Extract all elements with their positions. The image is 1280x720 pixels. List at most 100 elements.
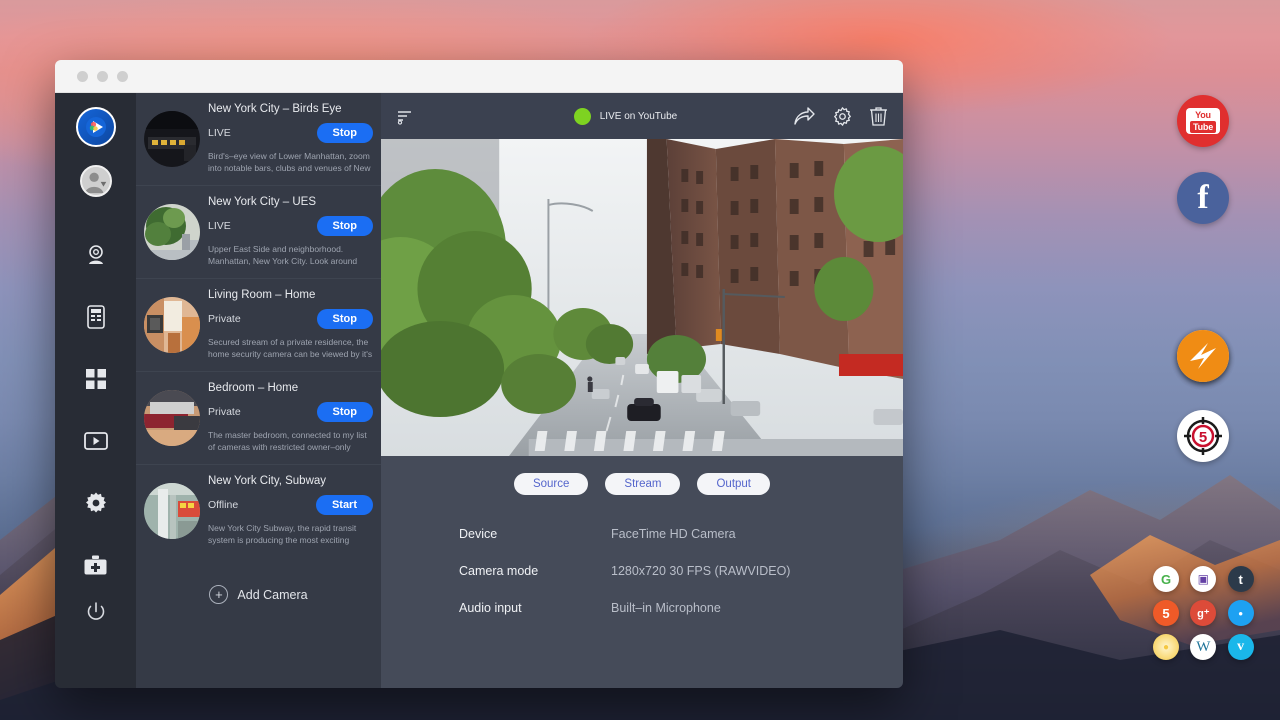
mini-launcher-googleplus[interactable]: g⁺ xyxy=(1190,600,1216,626)
mini-launcher-twitch[interactable]: ▣ xyxy=(1190,566,1216,592)
mini-launcher-five[interactable]: 5 xyxy=(1153,600,1179,626)
sidebar-item-app-logo[interactable] xyxy=(76,107,116,147)
mobile-device-icon xyxy=(86,305,106,329)
tab-output[interactable]: Output xyxy=(697,473,770,495)
detail-value[interactable]: Built–in Microphone xyxy=(611,601,721,615)
camera-preview[interactable] xyxy=(381,139,903,456)
sidebar-item-cameras[interactable] xyxy=(76,235,116,275)
camera-thumbnail xyxy=(144,111,200,167)
twitter-icon: • xyxy=(1238,606,1243,621)
camera-action-button[interactable]: Stop xyxy=(317,216,373,236)
camera-description: New York City Subway, the rapid transit … xyxy=(208,522,373,547)
live-status-label: LIVE on YouTube xyxy=(600,111,677,122)
desktop-launcher-wowza-top[interactable] xyxy=(1177,330,1229,382)
svg-text:5: 5 xyxy=(1199,429,1207,446)
desktop-launcher-five[interactable]: 5 xyxy=(1177,410,1229,462)
camera-description: Secured stream of a private residence, t… xyxy=(208,336,373,361)
mini-launcher-sun[interactable]: ● xyxy=(1153,634,1179,660)
camera-title: New York City – UES xyxy=(208,196,373,208)
camera-list-item[interactable]: Bedroom – Home Private Stop The master b… xyxy=(136,372,381,465)
sidebar-item-devices[interactable] xyxy=(76,297,116,337)
detail-label: Device xyxy=(459,527,611,541)
window-maximize-button[interactable] xyxy=(117,71,128,82)
vimeo-icon: v xyxy=(1237,639,1244,655)
camera-thumbnail xyxy=(144,297,200,353)
camera-title: Bedroom – Home xyxy=(208,382,373,394)
camera-thumbnail xyxy=(144,483,200,539)
source-details: Device FaceTime HD Camera Camera mode 12… xyxy=(381,495,903,638)
webcam-icon xyxy=(85,244,107,266)
add-camera-label: Add Camera xyxy=(237,588,307,602)
camera-list-item[interactable]: New York City – Birds Eye LIVE Stop Bird… xyxy=(136,93,381,186)
toolkit-plus-icon xyxy=(84,555,107,576)
tumblr-icon: t xyxy=(1238,572,1242,587)
tab-stream[interactable]: Stream xyxy=(605,473,680,495)
camera-description: Bird's–eye view of Lower Manhattan, zoom… xyxy=(208,150,373,175)
plus-icon: + xyxy=(209,585,228,604)
facebook-icon: f xyxy=(1197,179,1208,217)
trash-icon[interactable] xyxy=(870,107,887,126)
desktop-launcher-youtube[interactable]: YouTube xyxy=(1177,95,1229,147)
camera-list-item[interactable]: New York City, Subway Offline Start New … xyxy=(136,465,381,557)
camera-status: LIVE xyxy=(208,127,231,139)
grid-icon xyxy=(86,369,106,389)
mini-launcher-vimeo[interactable]: v xyxy=(1228,634,1254,660)
sidebar-item-power[interactable] xyxy=(76,592,116,632)
camera-list-panel: New York City – Birds Eye LIVE Stop Bird… xyxy=(136,93,381,688)
youtube-icon: YouTube xyxy=(1186,108,1220,134)
camera-thumbnail xyxy=(144,204,200,260)
user-avatar-icon xyxy=(80,165,112,197)
sidebar-item-broadcasts[interactable] xyxy=(76,421,116,461)
detail-row-camera-mode: Camera mode 1280x720 30 FPS (RAWVIDEO) xyxy=(459,564,903,578)
googleplus-icon: g⁺ xyxy=(1197,607,1210,620)
mini-launcher-groups[interactable]: G xyxy=(1153,566,1179,592)
gear-icon xyxy=(85,492,107,514)
camera-list-item[interactable]: New York City – UES LIVE Stop Upper East… xyxy=(136,186,381,279)
main-toolbar: LIVE on YouTube xyxy=(381,93,903,139)
camera-action-button[interactable]: Stop xyxy=(317,402,373,422)
detail-row-audio-input: Audio input Built–in Microphone xyxy=(459,601,903,615)
camera-action-button[interactable]: Start xyxy=(316,495,373,515)
power-icon xyxy=(86,602,106,622)
camera-status: Private xyxy=(208,313,241,325)
gear-icon[interactable] xyxy=(833,107,852,126)
camera-description: The master bedroom, connected to my list… xyxy=(208,429,373,454)
app-window: New York City – Birds Eye LIVE Stop Bird… xyxy=(55,60,903,688)
camera-list-item[interactable]: Living Room – Home Private Stop Secured … xyxy=(136,279,381,372)
source-stream-output-tabs: Source Stream Output xyxy=(381,456,903,495)
camera-description: Upper East Side and neighborhood. Manhat… xyxy=(208,243,373,268)
sun-icon: ● xyxy=(1163,642,1169,653)
main-content: LIVE on YouTube xyxy=(381,93,903,688)
window-close-button[interactable] xyxy=(77,71,88,82)
sidebar-item-dashboard[interactable] xyxy=(76,359,116,399)
window-titlebar[interactable] xyxy=(55,60,903,93)
sidebar-nav-rail xyxy=(55,93,136,688)
detail-value[interactable]: 1280x720 30 FPS (RAWVIDEO) xyxy=(611,564,790,578)
camera-title: New York City – Birds Eye xyxy=(208,103,373,115)
sidebar-item-account[interactable] xyxy=(76,161,116,201)
camera-action-button[interactable]: Stop xyxy=(317,309,373,329)
sort-lines-icon[interactable] xyxy=(397,108,414,125)
detail-value[interactable]: FaceTime HD Camera xyxy=(611,527,736,541)
detail-label: Camera mode xyxy=(459,564,611,578)
camera-status: Private xyxy=(208,406,241,418)
mini-launcher-wordpress[interactable]: W xyxy=(1190,634,1216,660)
mini-launcher-twitter[interactable]: • xyxy=(1228,600,1254,626)
wordpress-icon: W xyxy=(1196,639,1210,656)
sidebar-item-addons[interactable] xyxy=(76,545,116,585)
play-logo-icon xyxy=(76,107,116,147)
desktop-launcher-facebook[interactable]: f xyxy=(1177,172,1229,224)
share-arrow-icon[interactable] xyxy=(794,107,815,126)
camera-action-button[interactable]: Stop xyxy=(317,123,373,143)
groups-icon: G xyxy=(1161,572,1171,587)
detail-row-device: Device FaceTime HD Camera xyxy=(459,527,903,541)
sidebar-item-settings[interactable] xyxy=(76,483,116,523)
twitch-icon: ▣ xyxy=(1198,572,1209,586)
camera-status: Offline xyxy=(208,499,238,511)
camera-status: LIVE xyxy=(208,220,231,232)
mini-launcher-tumblr[interactable]: t xyxy=(1228,566,1254,592)
add-camera-button[interactable]: + Add Camera xyxy=(136,557,381,604)
window-minimize-button[interactable] xyxy=(97,71,108,82)
desktop-mini-launcher-grid: G ▣ t 5 g⁺ • ● W v xyxy=(1153,566,1257,660)
tab-source[interactable]: Source xyxy=(514,473,588,495)
